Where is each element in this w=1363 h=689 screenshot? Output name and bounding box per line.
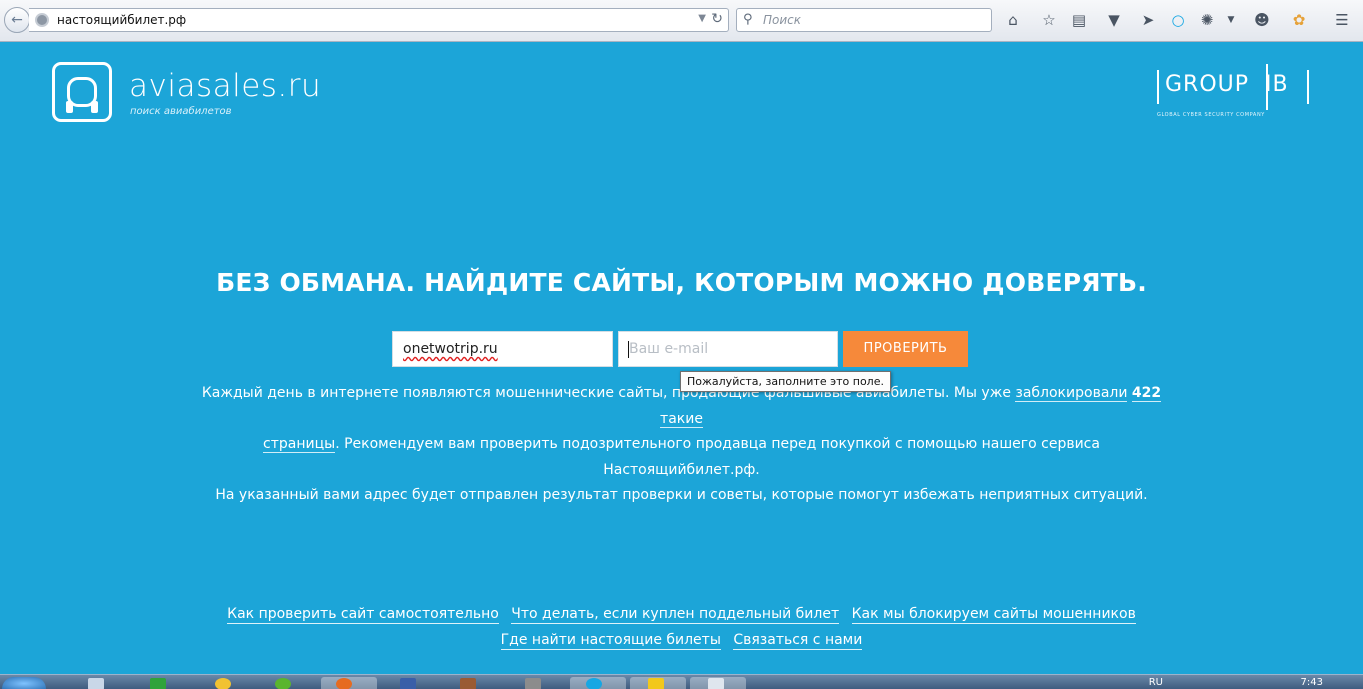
search-placeholder: Поиск bbox=[763, 13, 802, 27]
skype-icon[interactable]: ○ bbox=[1167, 9, 1189, 31]
page-title: БЕЗ ОБМАНА. НАЙДИТЕ САЙТЫ, КОТОРЫМ МОЖНО… bbox=[216, 268, 1147, 297]
pocket-icon[interactable]: ▼ bbox=[1103, 9, 1125, 31]
browser-toolbar: ← настоящийбилет.рф ▼ ↻ ⚲ Поиск ⌂ ☆ ▤ ▼ … bbox=[0, 0, 1363, 42]
footer-link-real-tickets[interactable]: Где найти настоящие билеты bbox=[500, 632, 721, 650]
app-warning-icon[interactable] bbox=[215, 678, 231, 689]
address-bar[interactable]: настоящийбилет.рф ▼ ↻ bbox=[29, 8, 729, 32]
search-bar[interactable]: ⚲ Поиск bbox=[736, 8, 992, 32]
firefox-icon[interactable] bbox=[336, 678, 352, 689]
skype-taskbar-icon[interactable] bbox=[586, 678, 602, 689]
group-ib-logo[interactable]: GROUP IB bbox=[1157, 64, 1309, 110]
desc-line3: На указанный вами адрес будет отправлен … bbox=[215, 487, 1148, 503]
app-yellow-icon[interactable] bbox=[648, 678, 664, 689]
address-text[interactable]: настоящийбилет.рф bbox=[57, 13, 186, 27]
reading-list-icon[interactable]: ▤ bbox=[1068, 9, 1090, 31]
save-icon[interactable] bbox=[400, 678, 416, 689]
blocked-link[interactable]: заблокировали bbox=[1015, 385, 1128, 402]
icq-icon[interactable] bbox=[275, 678, 291, 689]
search-icon: ⚲ bbox=[743, 12, 753, 27]
clock[interactable]: 7:43 bbox=[1301, 677, 1323, 688]
footer-links-row2: Где найти настоящие билеты Связаться с н… bbox=[0, 632, 1363, 650]
pages-link[interactable]: страницы bbox=[263, 436, 336, 453]
mail-icon[interactable] bbox=[88, 678, 104, 689]
site-input[interactable]: onetwotrip.ru bbox=[392, 331, 613, 367]
bookmark-star-icon[interactable]: ☆ bbox=[1038, 9, 1060, 31]
menu-icon[interactable]: ☰ bbox=[1331, 9, 1353, 31]
group-ib-tagline: GLOBAL CYBER SECURITY COMPANY bbox=[1157, 112, 1265, 118]
language-indicator[interactable]: RU bbox=[1149, 677, 1163, 688]
dropdown-arrow-icon[interactable]: ▼ bbox=[698, 13, 706, 24]
start-button[interactable] bbox=[2, 677, 46, 689]
email-placeholder: Ваш e-mail bbox=[629, 341, 709, 357]
desc-line2: . Рекомендуем вам проверить подозрительн… bbox=[335, 436, 1100, 478]
email-field[interactable]: Ваш e-mail bbox=[618, 331, 838, 367]
back-arrow-icon[interactable]: ← bbox=[4, 7, 30, 33]
notepad-icon[interactable] bbox=[708, 678, 724, 689]
app-green-icon[interactable] bbox=[150, 678, 166, 689]
footer-link-fake-ticket[interactable]: Что делать, если куплен поддельный билет bbox=[511, 606, 840, 624]
site-input-value: onetwotrip.ru bbox=[403, 341, 498, 357]
send-icon[interactable]: ➤ bbox=[1137, 9, 1159, 31]
chat-icon[interactable]: ☻ bbox=[1251, 9, 1273, 31]
footer-link-self-check[interactable]: Как проверить сайт самостоятельно bbox=[227, 606, 499, 624]
desc-line1: Каждый день в интернете появляются мошен… bbox=[201, 385, 1016, 401]
taskbar: RU 7:43 bbox=[0, 674, 1363, 689]
tool-icon[interactable] bbox=[525, 678, 541, 689]
footer-links-row1: Как проверить сайт самостоятельно Что де… bbox=[0, 606, 1363, 624]
check-button[interactable]: ПРОВЕРИТЬ bbox=[843, 331, 968, 367]
footer-link-how-we-block[interactable]: Как мы блокируем сайты мошенников bbox=[851, 606, 1136, 624]
extension-dropdown-icon[interactable]: ▼ bbox=[1220, 9, 1242, 31]
extension-icon[interactable]: ✺ bbox=[1196, 9, 1218, 31]
aviasales-logo-icon[interactable] bbox=[52, 62, 112, 122]
reload-icon[interactable]: ↻ bbox=[711, 11, 723, 27]
archive-icon[interactable] bbox=[460, 678, 476, 689]
flower-icon[interactable]: ✿ bbox=[1288, 9, 1310, 31]
description: Каждый день в интернете появляются мошен… bbox=[200, 381, 1163, 509]
group-ib-name: GROUP IB bbox=[1165, 72, 1289, 97]
validation-tooltip: Пожалуйста, заполните это поле. bbox=[680, 371, 891, 392]
logo-tagline: поиск авиабилетов bbox=[130, 106, 232, 117]
globe-icon bbox=[35, 13, 49, 27]
logo-name[interactable]: aviasales.ru bbox=[129, 68, 321, 104]
home-icon[interactable]: ⌂ bbox=[1002, 9, 1024, 31]
footer-link-contact[interactable]: Связаться с нами bbox=[733, 632, 863, 650]
